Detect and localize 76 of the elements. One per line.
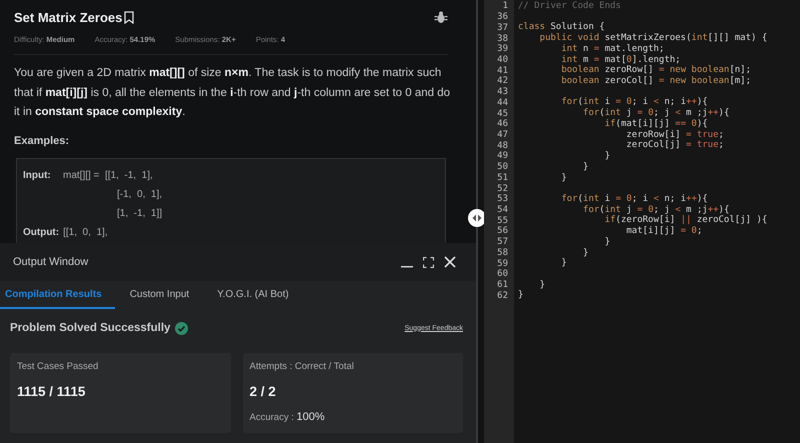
- example-text: [1, -1, 1]]: [117, 208, 162, 218]
- problem-statement: You are given a 2D matrix mat[][] of size n×m. The task is to modify the matrix such that if mat[i][j] is 0, all the elements in the i-th row and j-th column are set to 0 and do it in constant space complexity.: [14, 66, 451, 120]
- line-number: 58: [496, 248, 508, 258]
- line-number: 55: [496, 216, 508, 226]
- line-number: 41: [496, 66, 508, 76]
- code-line: int n = mat.length;: [560, 44, 664, 55]
- line-number: 51: [496, 172, 508, 183]
- code-line: }: [582, 162, 588, 172]
- line-number: 48: [496, 140, 508, 151]
- line-number: 53: [496, 194, 508, 204]
- line-number: 49: [496, 151, 508, 162]
- output-tab[interactable]: Y.O.G.I. (AI Bot): [212, 281, 302, 309]
- code-line: zeroCol[j] = true;: [625, 140, 724, 152]
- code-line: mat[i][j] = 0;: [625, 226, 702, 237]
- close-icon[interactable]: [444, 256, 456, 268]
- code-line: }: [582, 248, 588, 258]
- card-title: Attempts : Correct / Total: [250, 361, 354, 372]
- example-text: [-1, 0, 1],: [117, 188, 162, 200]
- code-line: boolean zeroRow[] = new boolean[n];: [560, 65, 752, 76]
- code-line: class Solution {: [518, 22, 605, 33]
- line-number: 40: [496, 54, 508, 65]
- line-number: 37: [496, 22, 508, 33]
- check-circle-icon: [175, 322, 188, 334]
- card-value: 2 / 2: [250, 384, 276, 399]
- output-tab[interactable]: Custom Input: [124, 281, 202, 309]
- code-line: }: [604, 236, 610, 248]
- code-line: for(int i = 0; i < n; i++){: [560, 97, 708, 108]
- bookmark-icon[interactable]: [124, 10, 134, 24]
- code-line: for(int j = 0; j < m ;j++){: [582, 204, 730, 215]
- line-number: 62: [496, 290, 508, 301]
- line-number: 39: [496, 44, 508, 54]
- status-message: Problem Solved Successfully: [10, 322, 170, 334]
- line-number: 60: [496, 269, 508, 280]
- line-number: 54: [496, 205, 508, 216]
- card-title: Test Cases Passed: [17, 361, 98, 372]
- example-text: [[1, 0, 1],: [63, 226, 108, 238]
- line-number: 59: [496, 258, 508, 269]
- line-number: 44: [496, 98, 508, 108]
- code-line: public void setMatrixZeroes(int[][] mat) {: [538, 33, 768, 44]
- accuracy-text: Accuracy : 100%: [250, 411, 325, 423]
- examples-heading: Examples:: [14, 134, 70, 146]
- example-label: Input:: [23, 170, 52, 180]
- example-label: Output:: [23, 226, 60, 238]
- output-tab[interactable]: Compilation Results: [0, 281, 115, 309]
- line-number: 52: [496, 184, 508, 194]
- code-line: for(int j = 0; j < m ;j++){: [582, 108, 730, 119]
- line-number: 38: [496, 34, 508, 44]
- code-line: int m = mat[0].length;: [560, 54, 681, 65]
- line-number: 43: [496, 87, 508, 98]
- expand-icon[interactable]: [423, 256, 434, 268]
- line-number: 36: [496, 12, 508, 22]
- line-number: 42: [496, 76, 508, 86]
- code-line: }: [560, 172, 567, 184]
- code-line: }: [538, 280, 546, 290]
- line-number: 47: [496, 130, 508, 140]
- output-window-title: Output Window: [13, 256, 88, 268]
- code-line: boolean zeroCol[] = new boolean[m];: [560, 76, 752, 87]
- code-line: for(int i = 0; i < n; i++){: [560, 194, 708, 205]
- line-number: 45: [496, 108, 508, 119]
- line-number: 1: [502, 1, 508, 12]
- bug-icon[interactable]: [434, 10, 448, 24]
- code-line: if(zeroRow[i] || zeroCol[j] ){: [604, 215, 768, 226]
- example-text: mat[][] = [[1, -1, 1],: [63, 170, 153, 180]
- code-line: zeroRow[i] = true;: [625, 130, 724, 140]
- problem-title: Set Matrix Zeroes: [14, 10, 122, 24]
- line-number: 57: [496, 237, 508, 248]
- line-number: 61: [496, 280, 508, 290]
- line-number: 56: [496, 226, 508, 236]
- code-line: }: [518, 290, 524, 302]
- code-line: if(mat[i][j] == 0){: [604, 118, 708, 130]
- code-line: // Driver Code Ends: [518, 1, 621, 12]
- card-value: 1115 / 1115: [17, 384, 86, 399]
- code-line: }: [560, 258, 567, 269]
- line-number: 46: [496, 119, 508, 130]
- line-number: 50: [496, 162, 508, 172]
- code-line: }: [604, 151, 610, 162]
